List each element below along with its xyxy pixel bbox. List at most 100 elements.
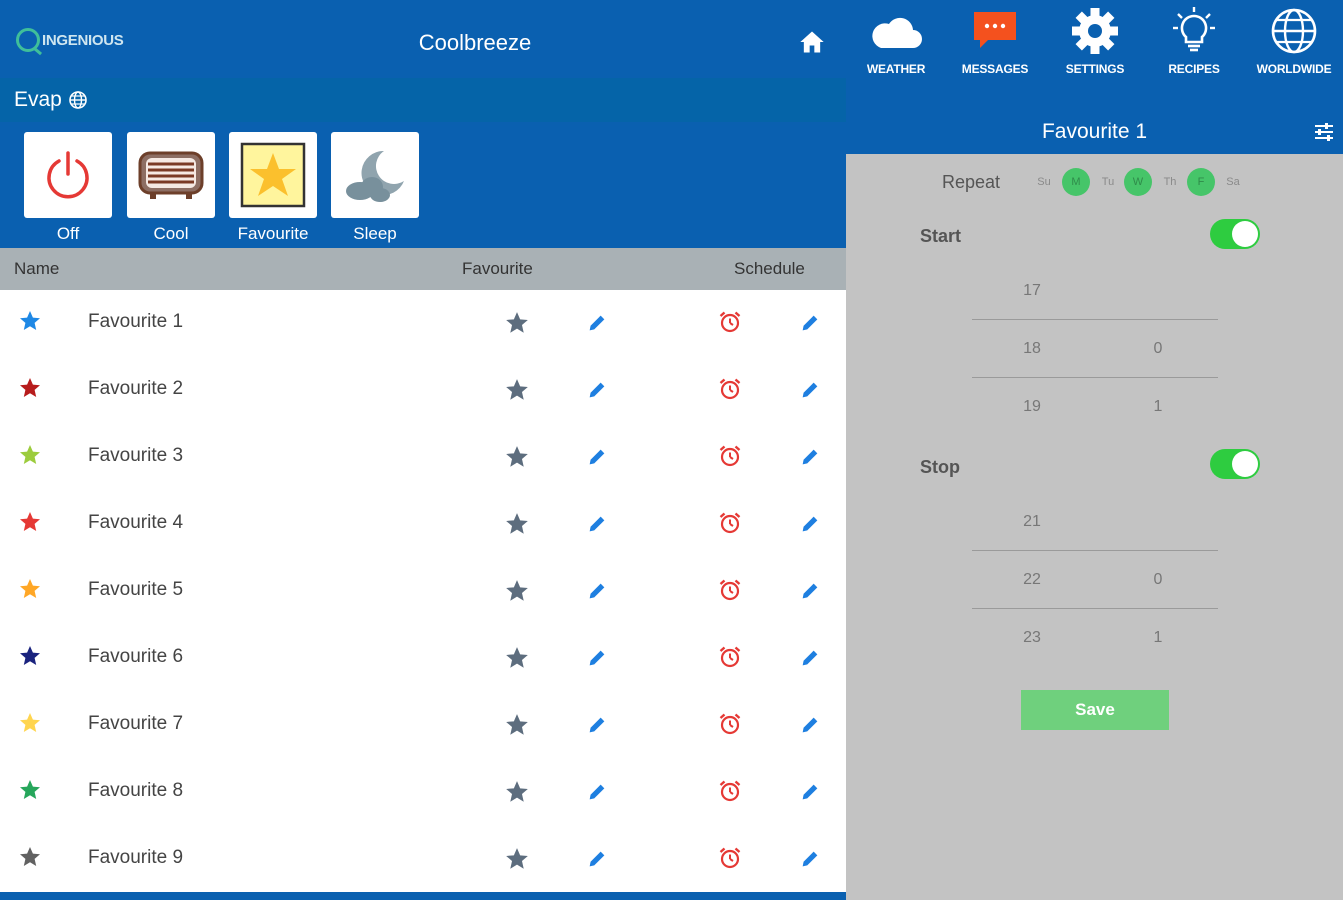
nav-weather-label: WEATHER bbox=[866, 62, 926, 76]
schedule-header: Favourite 1 bbox=[846, 108, 1343, 154]
stop-label: Stop bbox=[920, 457, 960, 477]
alarm-icon[interactable] bbox=[718, 511, 742, 535]
edit-schedule-icon[interactable] bbox=[799, 312, 821, 334]
off-mode-button[interactable]: Off bbox=[24, 132, 112, 244]
nav-recipes[interactable]: RECIPES bbox=[1149, 6, 1239, 76]
apply-favourite-star-icon[interactable] bbox=[504, 377, 530, 403]
apply-favourite-star-icon[interactable] bbox=[504, 712, 530, 738]
time-picker-row[interactable]: 21 bbox=[972, 493, 1218, 551]
apply-favourite-star-icon[interactable] bbox=[504, 846, 530, 872]
hour-value: 19 bbox=[1023, 398, 1041, 415]
globe-icon bbox=[1271, 8, 1317, 54]
edit-favourite-icon[interactable] bbox=[586, 647, 608, 669]
alarm-icon[interactable] bbox=[718, 578, 742, 602]
edit-favourite-icon[interactable] bbox=[586, 848, 608, 870]
cool-mode-button[interactable]: Cool bbox=[127, 132, 215, 244]
table-row[interactable]: Favourite 4 bbox=[0, 491, 846, 558]
edit-favourite-icon[interactable] bbox=[586, 446, 608, 468]
schedule-panel: WEATHER MESSAGES SETTINGS RECIPES WORLDW… bbox=[846, 0, 1343, 900]
edit-schedule-icon[interactable] bbox=[799, 580, 821, 602]
color-star-icon bbox=[20, 378, 40, 397]
favourite-mode-button[interactable]: Favourite bbox=[229, 132, 317, 244]
table-row[interactable]: Favourite 5 bbox=[0, 558, 846, 625]
alarm-icon[interactable] bbox=[718, 444, 742, 468]
alarm-icon[interactable] bbox=[718, 310, 742, 334]
nav-weather[interactable]: WEATHER bbox=[851, 6, 941, 76]
color-star-icon bbox=[20, 579, 40, 598]
save-button[interactable]: Save bbox=[1021, 690, 1169, 730]
table-row[interactable]: Favourite 9 bbox=[0, 826, 846, 893]
time-picker-row[interactable]: 17 bbox=[972, 262, 1218, 320]
lightbulb-icon bbox=[1173, 7, 1215, 52]
cloud-icon bbox=[872, 17, 922, 48]
day-toggle[interactable]: Th bbox=[1156, 168, 1184, 196]
table-row[interactable]: Favourite 8 bbox=[0, 759, 846, 826]
favourite-name: Favourite 9 bbox=[88, 847, 184, 868]
edit-schedule-icon[interactable] bbox=[799, 513, 821, 535]
color-star-icon bbox=[20, 713, 40, 732]
alarm-icon[interactable] bbox=[718, 377, 742, 401]
top-bar: INGENIOUS Coolbreeze bbox=[0, 0, 846, 78]
schedule-column-header: Schedule bbox=[734, 259, 805, 278]
apply-favourite-star-icon[interactable] bbox=[504, 444, 530, 470]
color-star-icon bbox=[20, 847, 40, 866]
edit-schedule-icon[interactable] bbox=[799, 781, 821, 803]
table-row[interactable]: Favourite 3 bbox=[0, 424, 846, 491]
apply-favourite-star-icon[interactable] bbox=[504, 779, 530, 805]
bottom-bar bbox=[0, 892, 846, 900]
day-toggle[interactable]: Tu bbox=[1094, 168, 1122, 196]
edit-schedule-icon[interactable] bbox=[799, 647, 821, 669]
color-star-icon bbox=[20, 780, 40, 799]
time-picker-row[interactable]: 18 0 bbox=[972, 320, 1218, 378]
edit-schedule-icon[interactable] bbox=[799, 446, 821, 468]
stop-time-picker[interactable]: 21 22 0 23 1 bbox=[972, 493, 1218, 667]
mode-name[interactable]: Evap bbox=[14, 88, 88, 112]
edit-schedule-icon[interactable] bbox=[799, 714, 821, 736]
sleep-mode-button[interactable]: Sleep bbox=[331, 132, 419, 244]
stop-toggle[interactable] bbox=[1210, 449, 1260, 479]
day-toggle[interactable]: W bbox=[1124, 168, 1152, 196]
message-icon bbox=[974, 12, 1016, 48]
edit-schedule-icon[interactable] bbox=[799, 379, 821, 401]
table-row[interactable]: Favourite 1 bbox=[0, 290, 846, 357]
time-picker-row[interactable]: 19 1 bbox=[972, 378, 1218, 436]
favourites-list: Favourite 1 Favourite 2 Favourite 3 Favouri… bbox=[0, 290, 846, 893]
minute-value: 0 bbox=[1153, 571, 1163, 588]
edit-favourite-icon[interactable] bbox=[586, 714, 608, 736]
apply-favourite-star-icon[interactable] bbox=[504, 578, 530, 604]
nav-messages[interactable]: MESSAGES bbox=[950, 6, 1040, 76]
moon-icon bbox=[346, 150, 404, 202]
time-picker-row[interactable]: 23 1 bbox=[972, 609, 1218, 667]
alarm-icon[interactable] bbox=[718, 712, 742, 736]
edit-favourite-icon[interactable] bbox=[586, 580, 608, 602]
day-toggle[interactable]: F bbox=[1187, 168, 1215, 196]
edit-favourite-icon[interactable] bbox=[586, 781, 608, 803]
edit-favourite-icon[interactable] bbox=[586, 379, 608, 401]
table-row[interactable]: Favourite 6 bbox=[0, 625, 846, 692]
globe-icon bbox=[69, 91, 87, 109]
table-row[interactable]: Favourite 2 bbox=[0, 357, 846, 424]
nav-settings[interactable]: SETTINGS bbox=[1050, 6, 1140, 76]
day-toggle[interactable]: Sa bbox=[1219, 168, 1247, 196]
alarm-icon[interactable] bbox=[718, 779, 742, 803]
hour-value: 17 bbox=[1023, 282, 1041, 299]
edit-favourite-icon[interactable] bbox=[586, 513, 608, 535]
nav-worldwide[interactable]: WORLDWIDE bbox=[1249, 6, 1339, 76]
edit-favourite-icon[interactable] bbox=[586, 312, 608, 334]
time-picker-row[interactable]: 22 0 bbox=[972, 551, 1218, 609]
nav-recipes-label: RECIPES bbox=[1168, 62, 1220, 76]
apply-favourite-star-icon[interactable] bbox=[504, 511, 530, 537]
alarm-icon[interactable] bbox=[718, 846, 742, 870]
tune-icon[interactable] bbox=[1312, 120, 1336, 144]
apply-favourite-star-icon[interactable] bbox=[504, 310, 530, 336]
day-toggle[interactable]: M bbox=[1062, 168, 1090, 196]
edit-schedule-icon[interactable] bbox=[799, 848, 821, 870]
alarm-icon[interactable] bbox=[718, 645, 742, 669]
table-row[interactable]: Favourite 7 bbox=[0, 692, 846, 759]
apply-favourite-star-icon[interactable] bbox=[504, 645, 530, 671]
start-toggle[interactable] bbox=[1210, 219, 1260, 249]
home-icon[interactable] bbox=[798, 28, 826, 56]
day-toggle[interactable]: Su bbox=[1030, 168, 1058, 196]
start-time-picker[interactable]: 17 18 0 19 1 bbox=[972, 262, 1218, 436]
favourite-name: Favourite 1 bbox=[88, 311, 184, 332]
